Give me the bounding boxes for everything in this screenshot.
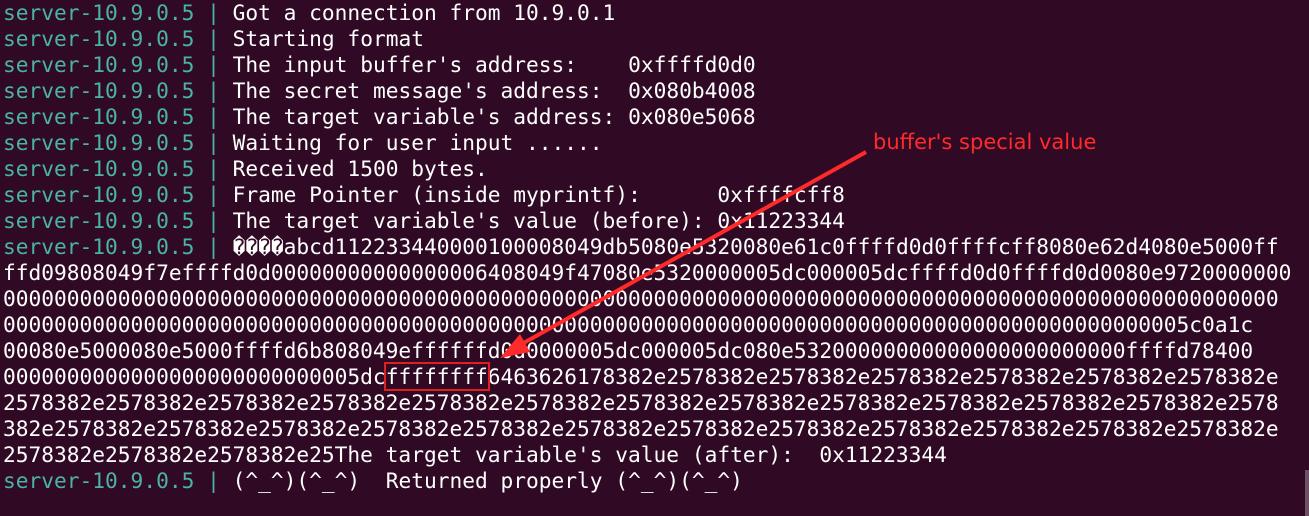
terminal-line: 2578382e2578382e2578382e25The target var… <box>3 442 947 467</box>
line-text: (^_^)(^_^) Returned properly (^_^)(^_^) <box>219 468 743 493</box>
line-text: The secret message's address: 0x080b4008 <box>219 78 756 103</box>
line-text: The input buffer's address: 0xffffd0d0 <box>219 52 756 77</box>
scrollbar-thumb[interactable] <box>1305 470 1309 516</box>
terminal-line: 0000000000000000000000000000000000000000… <box>3 312 1254 337</box>
hostname-label: server-10.9.0.5 <box>3 78 208 103</box>
terminal-line: server-10.9.0.5 | Frame Pointer (inside … <box>3 182 1305 208</box>
hostname-label: server-10.9.0.5 <box>3 468 208 493</box>
annotation-label: buffer's special value <box>873 130 1097 154</box>
terminal-line: server-10.9.0.5 | Received 1500 bytes. <box>3 156 1305 182</box>
terminal-line: server-10.9.0.5 | The secret message's a… <box>3 78 1305 104</box>
line-text: Waiting for user input ...... <box>219 130 603 155</box>
terminal-line: 2578382e2578382e2578382e2578382e2578382e… <box>3 390 1279 415</box>
terminal-line: 382e2578382e2578382e2578382e2578382e2578… <box>3 416 1279 441</box>
terminal-line: server-10.9.0.5 | The target variable's … <box>3 208 1305 234</box>
separator: | <box>207 208 220 233</box>
terminal-line: server-10.9.0.5 | The input buffer's add… <box>3 52 1305 78</box>
hostname-label: server-10.9.0.5 <box>3 0 208 25</box>
separator: | <box>207 234 220 259</box>
line-text: The target variable's value (before): 0x… <box>219 208 845 233</box>
hostname-label: server-10.9.0.5 <box>3 182 208 207</box>
hostname-label: server-10.9.0.5 <box>3 156 208 181</box>
scrollbar[interactable] <box>1305 0 1309 516</box>
terminal-line: server-10.9.0.5 | Waiting for user input… <box>3 130 1305 156</box>
line-text: Starting format <box>219 26 424 51</box>
terminal-line: server-10.9.0.5 | Got a connection from … <box>3 0 1305 26</box>
line-text: The target variable's address: 0x080e506… <box>219 104 756 129</box>
separator: | <box>207 182 220 207</box>
terminal-line: server-10.9.0.5 | ����abcd11223344000010… <box>3 234 1305 260</box>
separator: | <box>207 52 220 77</box>
line-text: Received 1500 bytes. <box>219 156 488 181</box>
line-text: ����abcd112233440000100008049db5080e5320… <box>219 234 1279 259</box>
line-text: 6463626178382e2578382e2578382e2578382e25… <box>487 364 1279 389</box>
hostname-label: server-10.9.0.5 <box>3 52 208 77</box>
line-text: Frame Pointer (inside myprintf): 0xffffc… <box>219 182 845 207</box>
hostname-label: server-10.9.0.5 <box>3 104 208 129</box>
separator: | <box>207 104 220 129</box>
terminal-line: server-10.9.0.5 | (^_^)(^_^) Returned pr… <box>3 468 1305 494</box>
terminal-line: 0000000000000000000000000000000000000000… <box>3 286 1279 311</box>
terminal-line: ffd09808049f7effffd0d0000000000000000640… <box>3 260 1292 285</box>
highlighted-value: ffffffff <box>383 362 490 391</box>
line-text: Got a connection from 10.9.0.1 <box>219 0 616 25</box>
hostname-label: server-10.9.0.5 <box>3 234 208 259</box>
separator: | <box>207 26 220 51</box>
separator: | <box>207 0 220 25</box>
separator: | <box>207 130 220 155</box>
terminal-line: 0000000000000000000000000005dcffffffff64… <box>3 362 1305 391</box>
hostname-label: server-10.9.0.5 <box>3 130 208 155</box>
line-text: 0000000000000000000000000005dc <box>3 364 386 389</box>
terminal-line: server-10.9.0.5 | Starting format <box>3 26 1305 52</box>
terminal-output: server-10.9.0.5 | Got a connection from … <box>3 0 1305 494</box>
terminal-line: server-10.9.0.5 | The target variable's … <box>3 104 1305 130</box>
terminal-line: 00080e5000080e5000ffffd6b808049effffffd0… <box>3 338 1254 363</box>
hostname-label: server-10.9.0.5 <box>3 26 208 51</box>
separator: | <box>207 156 220 181</box>
separator: | <box>207 78 220 103</box>
hostname-label: server-10.9.0.5 <box>3 208 208 233</box>
separator: | <box>207 468 220 493</box>
